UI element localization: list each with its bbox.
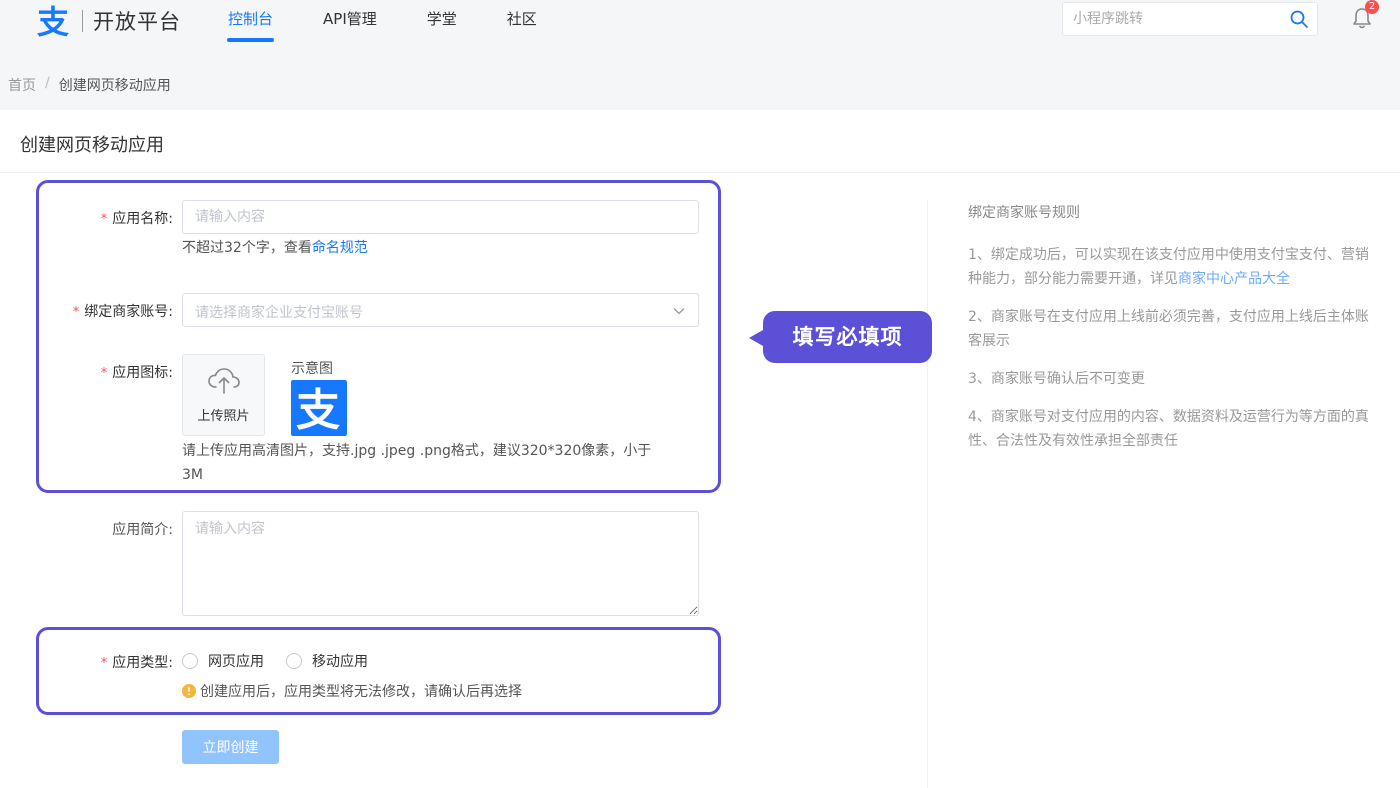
notification-badge: 2 [1365, 0, 1379, 14]
page-title: 创建网页移动应用 [20, 135, 164, 156]
logo-text: 开放平台 [93, 10, 181, 34]
required-mark: * [100, 212, 108, 227]
cloud-upload-icon [208, 368, 240, 394]
create-now-button[interactable]: 立即创建 [182, 730, 279, 764]
notification-button[interactable]: 2 [1351, 0, 1379, 32]
vertical-divider [927, 200, 928, 788]
title-divider [0, 172, 1400, 173]
app-type-warning: 创建应用后，应用类型将无法修改，请确认后再选择 [182, 681, 522, 701]
svg-text:支: 支 [37, 4, 69, 38]
nav-item-community[interactable]: 社区 [491, 0, 553, 44]
radio-circle[interactable] [182, 653, 198, 669]
radio-mobile-app[interactable]: 移动应用 [286, 651, 368, 671]
merchant-rules-panel: 绑定商家账号规则 1、绑定成功后，可以实现在该支付应用中使用支付宝支付、营销 种… [968, 202, 1400, 467]
app-type-radio-group: 网页应用 移动应用 [182, 651, 390, 671]
sample-alipay-icon: 支 [291, 380, 347, 436]
radio-web-app-label: 网页应用 [208, 654, 264, 670]
radio-web-app[interactable]: 网页应用 [182, 651, 264, 671]
rule-item: 1、绑定成功后，可以实现在该支付应用中使用支付宝支付、营销 种能力，部分能力需要… [968, 247, 1369, 287]
main-panel: 创建网页移动应用 *应用名称: 不超过32个字，查看命名规范 *绑定商家账号: … [0, 110, 1400, 788]
chevron-down-icon [673, 308, 685, 315]
required-mark: * [100, 366, 108, 381]
app-name-input[interactable] [182, 200, 699, 234]
search-input[interactable] [1073, 3, 1283, 35]
breadcrumb-separator: / [45, 75, 50, 91]
required-mark: * [100, 656, 108, 671]
alipay-logo-icon: 支 [37, 4, 69, 38]
app-name-hint: 不超过32个字，查看命名规范 [182, 240, 368, 256]
search-box [1062, 2, 1318, 36]
app-icon-label: * 应用图标: [100, 365, 173, 381]
app-name-label: * 应用名称: [100, 211, 173, 227]
upload-photo-button[interactable]: 上传照片 [182, 354, 265, 436]
merchant-products-link[interactable]: 商家中心产品大全 [1178, 271, 1290, 287]
merchant-account-label: * 绑定商家账号: [72, 304, 173, 320]
required-mark: * [72, 305, 80, 320]
breadcrumb: 首页 / 创建网页移动应用 [8, 75, 171, 95]
nav-item-academy[interactable]: 学堂 [411, 0, 473, 44]
upload-photo-label: 上传照片 [197, 409, 250, 424]
app-intro-textarea[interactable] [182, 511, 699, 616]
main-nav: 控制台 API管理 学堂 社区 [212, 0, 571, 44]
sample-image-label: 示意图 [291, 361, 333, 377]
nav-item-console[interactable]: 控制台 [212, 0, 289, 44]
rule-item: 3、商家账号确认后不可变更 [968, 371, 1145, 387]
rule-item: 4、商家账号对支付应用的内容、数据资料及运营行为等方面的真 性、合法性及有效性承… [968, 409, 1369, 449]
naming-rules-link[interactable]: 命名规范 [312, 240, 368, 256]
rules-title: 绑定商家账号规则 [968, 205, 1080, 221]
breadcrumb-current: 创建网页移动应用 [58, 78, 171, 94]
radio-circle[interactable] [286, 653, 302, 669]
merchant-account-select[interactable]: 请选择商家企业支付宝账号 [182, 293, 699, 327]
app-intro-label: 应用简介: [112, 522, 173, 538]
app-type-label: * 应用类型: [100, 655, 173, 671]
fill-required-callout: 填写必填项 [749, 311, 932, 363]
warning-icon [182, 684, 196, 698]
nav-item-api-management[interactable]: API管理 [307, 0, 393, 44]
merchant-account-placeholder: 请选择商家企业支付宝账号 [195, 305, 363, 321]
svg-text:支: 支 [296, 385, 340, 436]
rule-item: 2、商家账号在支付应用上线前必须完善，支付应用上线后主体账 客展示 [968, 309, 1369, 349]
breadcrumb-home[interactable]: 首页 [8, 75, 36, 95]
logo-divider [82, 10, 83, 32]
app-icon-hint: 请上传应用高清图片，支持.jpg .jpeg .png格式，建议320*320像… [182, 443, 652, 483]
search-icon[interactable] [1289, 9, 1309, 29]
top-navigation-bar: 支 开放平台 控制台 API管理 学堂 社区 2 [0, 0, 1400, 58]
logo[interactable]: 支 开放平台 [36, 4, 181, 38]
radio-mobile-app-label: 移动应用 [312, 654, 368, 670]
